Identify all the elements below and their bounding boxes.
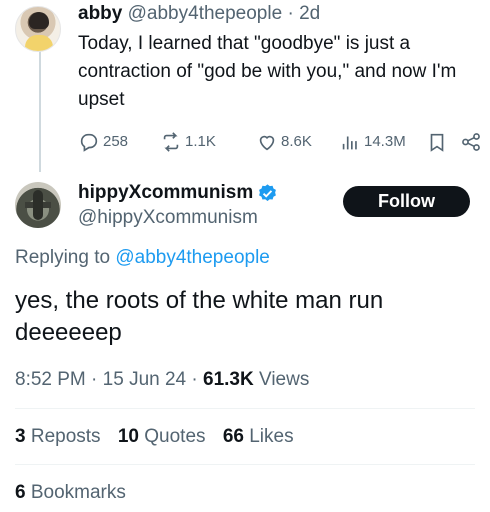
tweet-time[interactable]: 8:52 PM: [15, 369, 86, 390]
parent-handle[interactable]: @abby4thepeople: [128, 3, 283, 24]
avatar-abby[interactable]: [15, 6, 61, 52]
like-count: 8.6K: [281, 133, 312, 150]
replying-to: Replying to @abby4thepeople: [15, 246, 270, 270]
divider: [15, 464, 475, 465]
quotes-stat-count: 10: [117, 426, 139, 447]
timestamp-separator-1: ·: [91, 369, 98, 390]
tweet-views-label: Views: [259, 369, 310, 390]
share-icon: [462, 133, 480, 151]
avatar-figure: [33, 190, 43, 220]
avatar-shirt: [25, 35, 53, 51]
engagement-stats: 3 Reposts 10 Quotes 66 Likes: [15, 425, 306, 449]
reply-button[interactable]: 258: [78, 130, 128, 154]
repost-count: 1.1K: [185, 133, 216, 150]
parent-age[interactable]: 2d: [299, 3, 320, 24]
avatar-hippyxcommunism[interactable]: [15, 182, 61, 228]
quotes-stat-label: Quotes: [144, 426, 206, 447]
tweet-timestamp: 8:52 PM · 15 Jun 24 · 61.3K Views: [15, 368, 309, 392]
quotes-stat-link[interactable]: 10 Quotes: [118, 426, 206, 447]
timestamp-separator-2: ·: [191, 369, 198, 390]
parent-separator: ·: [287, 3, 294, 24]
verified-badge-icon[interactable]: [257, 183, 278, 204]
main-display-name[interactable]: hippyXcommunism: [78, 181, 253, 205]
parent-tweet[interactable]: abby @abby4thepeople · 2d Today, I learn…: [78, 2, 478, 114]
replying-to-handle-link[interactable]: @abby4thepeople: [115, 247, 270, 268]
like-button[interactable]: 8.6K: [256, 130, 312, 154]
replying-to-prefix: Replying to: [15, 247, 111, 268]
repost-icon: [163, 132, 179, 152]
bookmark-button[interactable]: [426, 130, 451, 154]
main-tweet-text: yes, the roots of the white man run deee…: [15, 287, 384, 346]
likes-stat-count: 66: [222, 426, 244, 447]
tweet-views-count: 61.3K: [203, 369, 254, 390]
reposts-stat-label: Reposts: [30, 426, 101, 447]
parent-display-name[interactable]: abby: [78, 3, 122, 24]
share-button[interactable]: [460, 130, 485, 154]
parent-tweet-text: Today, I learned that "goodbye" is just …: [78, 33, 457, 110]
bookmarks-stat-link[interactable]: 6 Bookmarks: [15, 481, 126, 505]
likes-stat-label: Likes: [249, 426, 294, 447]
avatar-hair: [29, 12, 49, 29]
reply-count: 258: [103, 133, 129, 150]
bookmark-icon: [430, 133, 444, 152]
parent-tweet-header: abby @abby4thepeople · 2d: [78, 2, 478, 26]
parent-action-bar: 258 1.1K 8.6K 14.3M: [78, 130, 482, 154]
views-button[interactable]: 14.3M: [339, 130, 406, 154]
follow-button[interactable]: Follow: [343, 186, 470, 217]
reply-icon: [80, 133, 98, 152]
like-icon: [259, 135, 275, 151]
divider: [15, 408, 475, 409]
main-display-name-row: hippyXcommunism: [78, 181, 278, 205]
reposts-stat-count: 3: [15, 426, 26, 447]
views-icon: [342, 136, 357, 150]
bookmarks-stat-count: 6: [15, 482, 26, 503]
repost-button[interactable]: 1.1K: [160, 130, 216, 154]
likes-stat-link[interactable]: 66 Likes: [223, 426, 294, 447]
bookmarks-stat-label: Bookmarks: [30, 482, 126, 503]
views-count: 14.3M: [364, 133, 406, 150]
reposts-stat-link[interactable]: 3 Reposts: [15, 426, 101, 447]
tweet-date[interactable]: 15 Jun 24: [103, 369, 186, 390]
main-handle[interactable]: @hippyXcommunism: [78, 206, 258, 230]
thread-connector-line: [39, 50, 41, 172]
